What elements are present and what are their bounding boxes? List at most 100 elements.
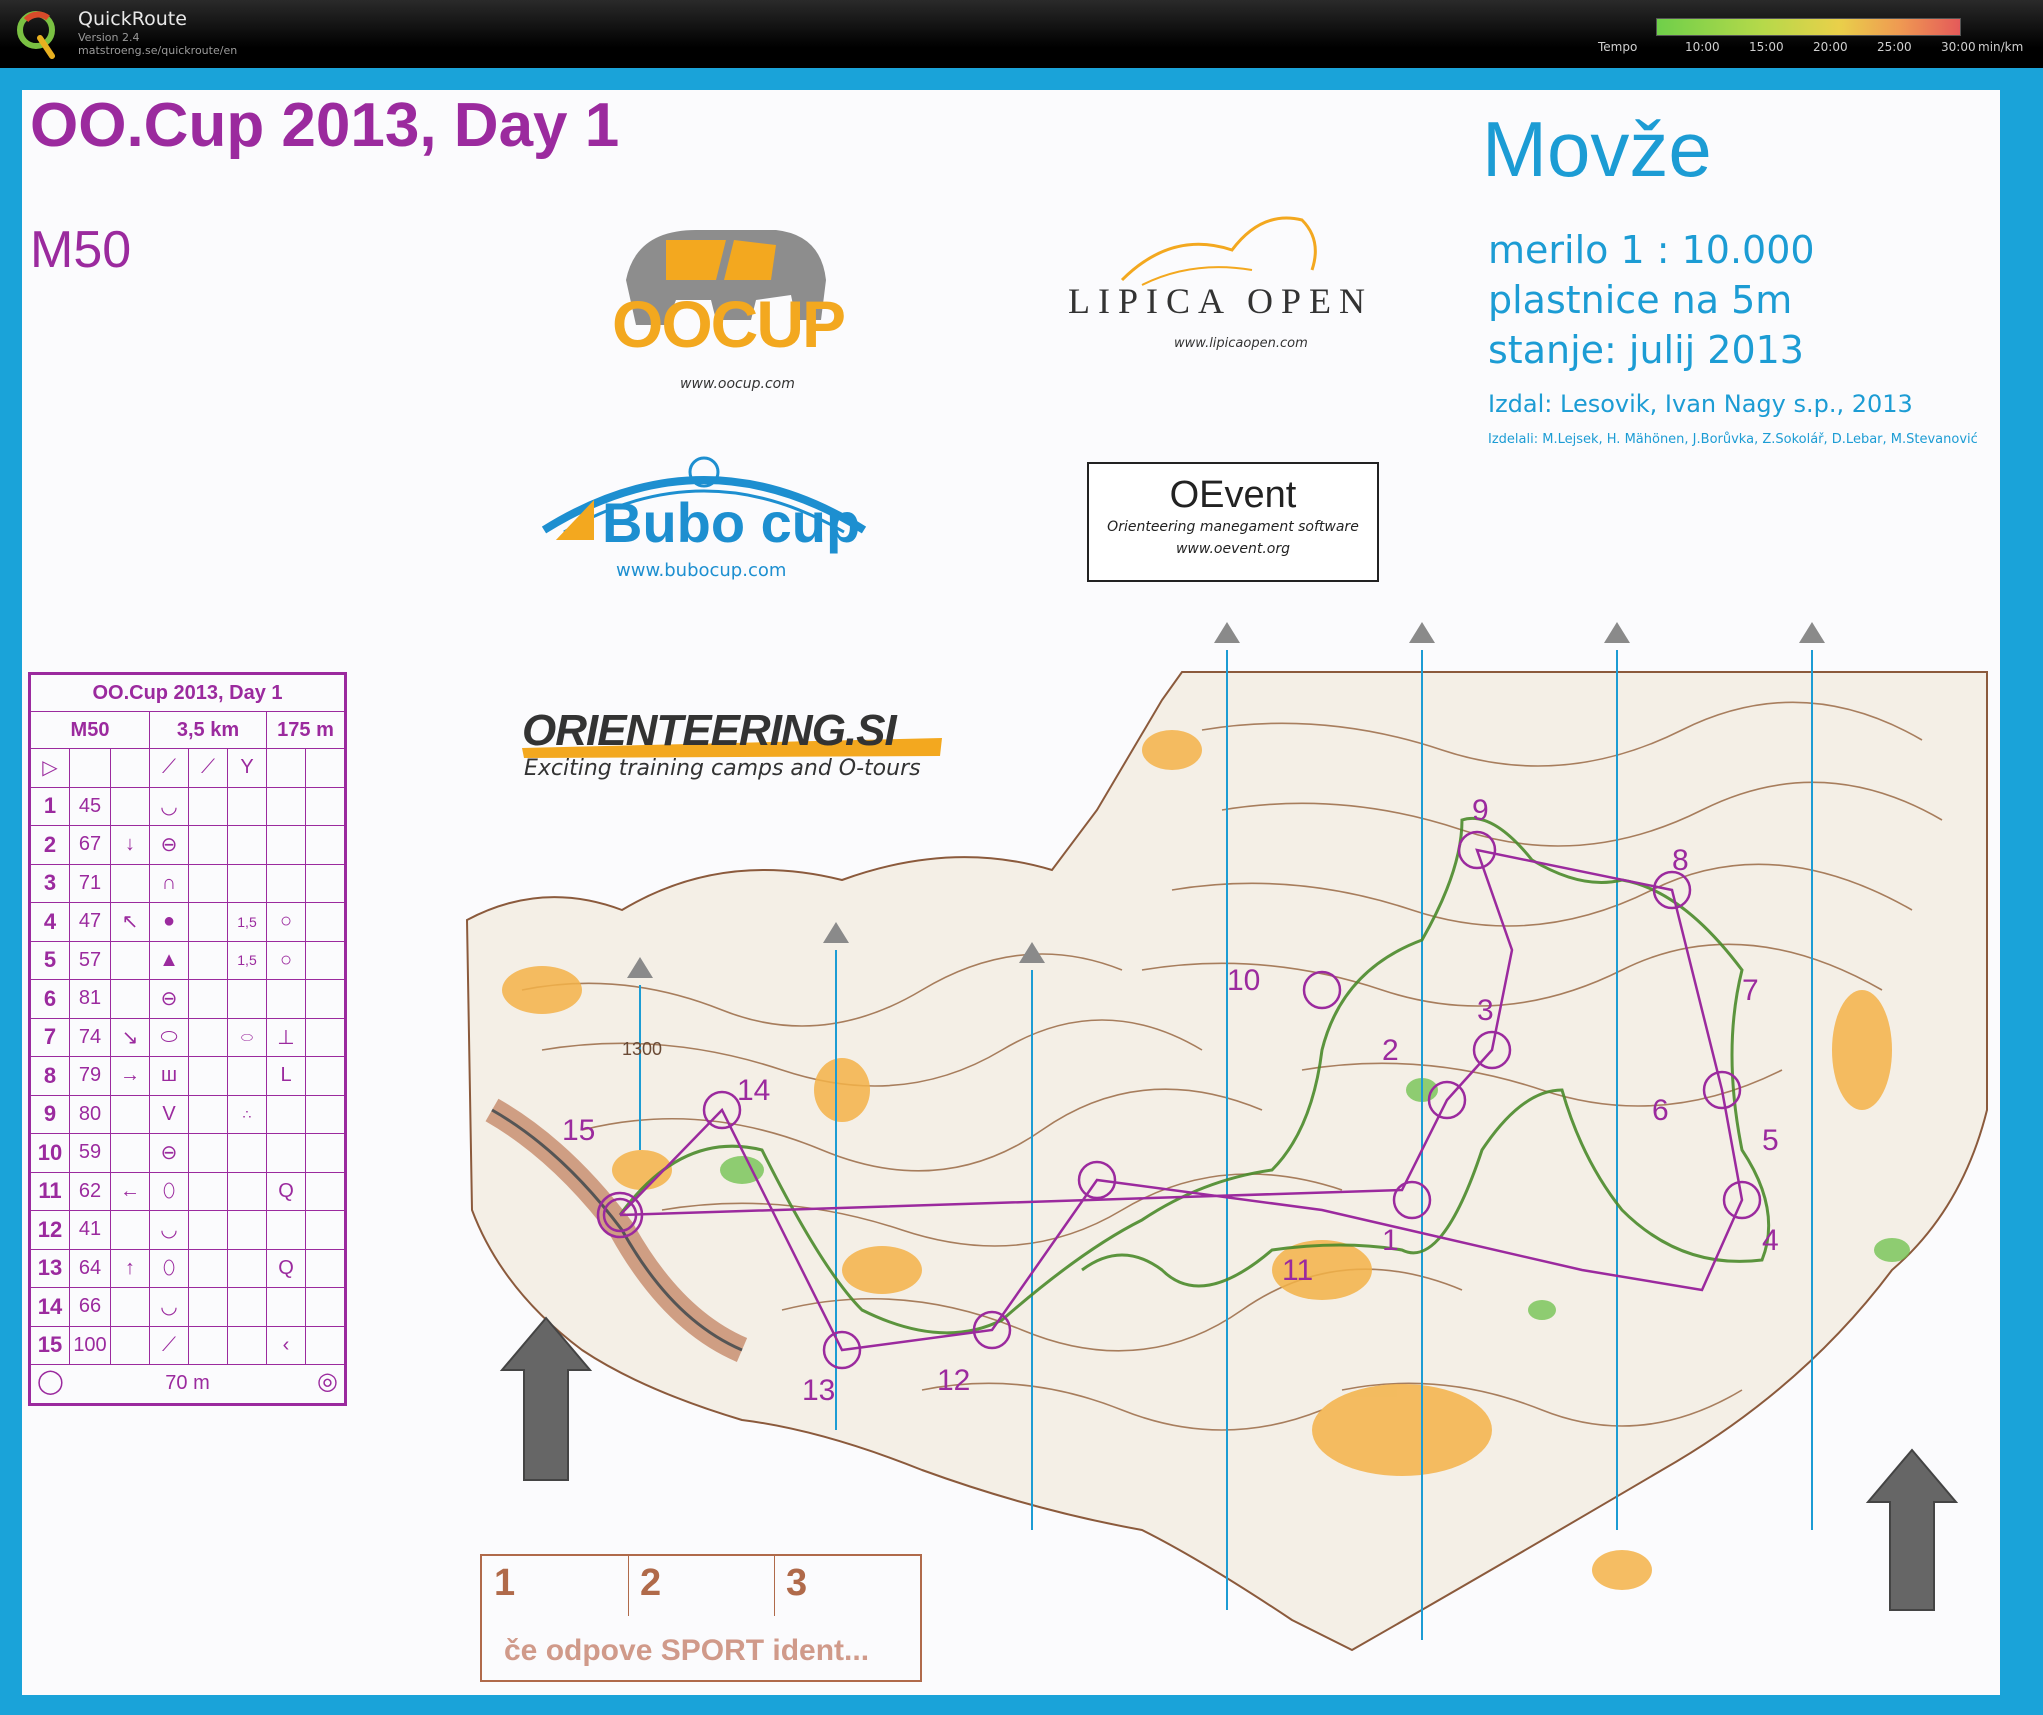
control-code: 47 bbox=[69, 902, 111, 942]
si-cell: 1 bbox=[482, 1556, 629, 1616]
control-other bbox=[305, 863, 346, 903]
course-label: 15 bbox=[562, 1114, 595, 1147]
control-appearance bbox=[188, 1171, 228, 1211]
control-row: 4 47 ↖ ● 1,5 ○ bbox=[29, 902, 346, 942]
control-row: 15 100 ⟋ ‹ bbox=[29, 1325, 346, 1365]
control-direction bbox=[110, 1094, 150, 1134]
control-appearance bbox=[188, 1017, 228, 1057]
course-label: 3 bbox=[1477, 994, 1494, 1027]
control-appearance bbox=[188, 1210, 228, 1250]
control-number: 10 bbox=[29, 1133, 70, 1173]
control-location bbox=[266, 863, 306, 903]
control-number: 11 bbox=[29, 1171, 70, 1211]
control-direction: ↘ bbox=[110, 1017, 150, 1057]
control-number: 7 bbox=[29, 1017, 70, 1057]
control-direction bbox=[110, 1210, 150, 1250]
control-feature: ▲ bbox=[149, 940, 189, 980]
control-other bbox=[305, 979, 346, 1019]
control-appearance bbox=[188, 863, 228, 903]
height-label: 1300 bbox=[622, 1039, 662, 1059]
control-other bbox=[305, 1133, 346, 1173]
control-code: 66 bbox=[69, 1287, 111, 1327]
control-location bbox=[266, 979, 306, 1019]
tempo-tick: 20:00 bbox=[1813, 40, 1848, 54]
control-other bbox=[305, 1210, 346, 1250]
course-label: 4 bbox=[1762, 1224, 1779, 1257]
control-code: 41 bbox=[69, 1210, 111, 1250]
app-url[interactable]: matstroeng.se/quickroute/en bbox=[78, 44, 237, 57]
map-canvas[interactable]: OO.Cup 2013, Day 1 M50 Movže merilo 1 : … bbox=[0, 68, 2043, 1715]
control-row: 5 57 ▲ 1,5 ○ bbox=[29, 940, 346, 980]
control-direction bbox=[110, 940, 150, 980]
control-location bbox=[266, 786, 306, 826]
control-direction: ↖ bbox=[110, 902, 150, 942]
course-label: 10 bbox=[1227, 964, 1260, 997]
control-dimension bbox=[227, 1325, 267, 1365]
control-row: 14 66 ◡ bbox=[29, 1287, 346, 1327]
control-row: 8 79 → ш L bbox=[29, 1056, 346, 1096]
control-location: ○ bbox=[266, 902, 306, 942]
control-code: 79 bbox=[69, 1056, 111, 1096]
control-appearance bbox=[188, 902, 228, 942]
control-location: ⊥ bbox=[266, 1017, 306, 1057]
course-label: 12 bbox=[937, 1364, 970, 1397]
control-feature: V bbox=[149, 1094, 189, 1134]
control-other bbox=[305, 1325, 346, 1365]
finish-distance: 70 m bbox=[165, 1372, 210, 1395]
control-appearance bbox=[188, 979, 228, 1019]
control-dimension: 1,5 bbox=[227, 940, 267, 980]
control-dimension bbox=[227, 863, 267, 903]
control-number: 15 bbox=[29, 1325, 70, 1365]
control-appearance bbox=[188, 940, 228, 980]
control-row: 10 59 ⊖ bbox=[29, 1133, 346, 1173]
map-paper: OO.Cup 2013, Day 1 M50 Movže merilo 1 : … bbox=[22, 90, 2000, 1695]
control-location: ○ bbox=[266, 940, 306, 980]
control-number: 13 bbox=[29, 1248, 70, 1288]
control-location: Q bbox=[266, 1248, 306, 1288]
control-direction bbox=[110, 863, 150, 903]
sportident-backup-box: 1 2 3 če odpove SPORT ident... bbox=[480, 1554, 922, 1682]
control-code: 45 bbox=[69, 786, 111, 826]
tempo-unit: min/km bbox=[1978, 40, 2024, 54]
course-label: 9 bbox=[1472, 794, 1489, 827]
control-location: L bbox=[266, 1056, 306, 1096]
control-appearance bbox=[188, 1287, 228, 1327]
control-location bbox=[266, 825, 306, 865]
control-feature: ш bbox=[149, 1056, 189, 1096]
control-dimension bbox=[227, 1133, 267, 1173]
finish-circle-icon: ◯ bbox=[37, 1368, 64, 1395]
control-dimension bbox=[227, 1056, 267, 1096]
control-appearance bbox=[188, 1094, 228, 1134]
control-feature: ⊖ bbox=[149, 979, 189, 1019]
course-label: 2 bbox=[1382, 1034, 1399, 1067]
control-direction: ← bbox=[110, 1171, 150, 1211]
tempo-tick: 10:00 bbox=[1685, 40, 1720, 54]
control-other bbox=[305, 1094, 346, 1134]
tempo-tick: 15:00 bbox=[1749, 40, 1784, 54]
control-code: 57 bbox=[69, 940, 111, 980]
control-other bbox=[305, 1017, 346, 1057]
control-code: 74 bbox=[69, 1017, 111, 1057]
control-dimension: 1,5 bbox=[227, 902, 267, 942]
course-label: 8 bbox=[1672, 844, 1689, 877]
tempo-color-scale bbox=[1656, 18, 1961, 36]
control-feature: ⬯ bbox=[149, 1248, 189, 1288]
control-feature: ⊖ bbox=[149, 825, 189, 865]
control-feature: ⬭ bbox=[149, 1017, 189, 1057]
control-direction: ↑ bbox=[110, 1248, 150, 1288]
control-direction: ↓ bbox=[110, 825, 150, 865]
control-location bbox=[266, 1287, 306, 1327]
course-label: 1 bbox=[1382, 1224, 1399, 1257]
control-dimension bbox=[227, 786, 267, 826]
control-other bbox=[305, 786, 346, 826]
control-other bbox=[305, 1056, 346, 1096]
control-location bbox=[266, 1133, 306, 1173]
si-cell: 2 bbox=[628, 1556, 775, 1616]
description-title: OO.Cup 2013, Day 1 bbox=[29, 673, 346, 712]
course-label: 14 bbox=[737, 1074, 770, 1107]
control-dimension: ⬭ bbox=[227, 1017, 267, 1057]
control-number: 5 bbox=[29, 940, 70, 980]
finish-target-icon: ◎ bbox=[317, 1368, 338, 1395]
path-symbol-icon: ⟋ bbox=[149, 748, 189, 788]
control-dimension bbox=[227, 1171, 267, 1211]
